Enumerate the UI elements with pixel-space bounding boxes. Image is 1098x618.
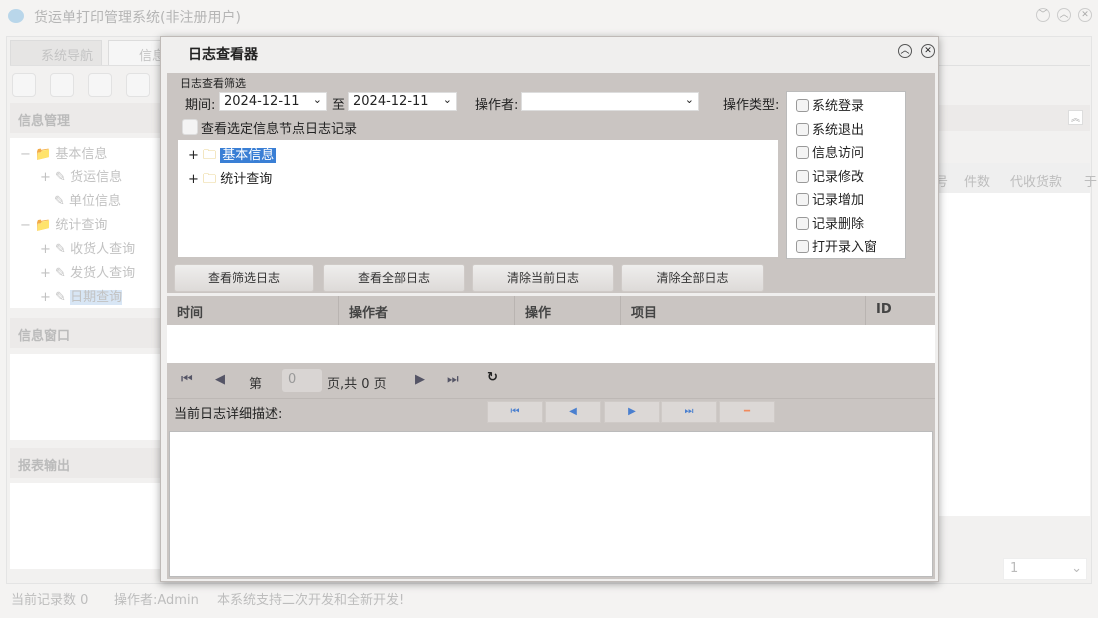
detail-remove-icon[interactable]: ━ bbox=[719, 401, 775, 423]
col-action[interactable]: 操作 bbox=[515, 296, 621, 325]
page-input[interactable]: 0 bbox=[282, 369, 322, 392]
status-operator: 操作者:Admin bbox=[114, 593, 199, 608]
refresh-icon[interactable]: ↻ bbox=[487, 370, 498, 385]
folder-icon: 🗀 bbox=[203, 148, 217, 163]
filter-group-label: 日志查看筛选 bbox=[180, 77, 246, 90]
detail-next-icon[interactable]: ▶ bbox=[604, 401, 660, 423]
close-dialog-icon[interactable]: ✕ bbox=[921, 44, 935, 58]
node-tree: + 🗀 基本信息 + 🗀 统计查询 bbox=[178, 140, 778, 257]
tree-node[interactable]: − 📁 统计查询 bbox=[20, 214, 107, 233]
document-icon[interactable] bbox=[88, 73, 112, 97]
col-operator[interactable]: 操作者 bbox=[339, 296, 515, 325]
optype-open-entry[interactable]: 打开录入窗 bbox=[796, 236, 896, 260]
next-page-icon[interactable]: ▶ bbox=[415, 372, 425, 387]
close-icon[interactable]: ✕ bbox=[1078, 8, 1092, 22]
panel-info-manage-header: 信息管理 bbox=[10, 103, 160, 133]
chevron-down-icon: ⌄ bbox=[684, 93, 694, 106]
optype-modify[interactable]: 记录修改 bbox=[796, 166, 896, 190]
view-all-log-button[interactable]: 查看全部日志 bbox=[323, 264, 465, 292]
page-size-select[interactable]: 1 ⌄ bbox=[1003, 558, 1087, 580]
chevron-down-icon: ⌄ bbox=[442, 93, 452, 106]
view-filtered-log-button[interactable]: 查看筛选日志 bbox=[174, 264, 314, 292]
detail-last-icon[interactable]: ⏭ bbox=[661, 401, 717, 423]
node-log-checkbox[interactable]: 查看选定信息节点日志记录 bbox=[182, 118, 357, 137]
log-grid-body bbox=[167, 325, 935, 363]
tab-system-nav[interactable]: 系统导航 bbox=[10, 40, 103, 65]
page-prefix: 第 bbox=[249, 377, 263, 392]
dialog-title: 日志查看器 bbox=[188, 47, 258, 63]
log-viewer-dialog: 日志查看器 ︿ ✕ 日志查看筛选 期间: 2024-12-11 ⌄ 至 2024-… bbox=[160, 36, 939, 582]
tree-node[interactable]: + ✎ 发货人查询 bbox=[40, 262, 135, 281]
optype-add[interactable]: 记录增加 bbox=[796, 189, 896, 213]
col-time[interactable]: 时间 bbox=[167, 296, 339, 325]
col-item[interactable]: 项目 bbox=[621, 296, 866, 325]
col-id[interactable]: ID bbox=[866, 296, 935, 325]
chevron-down-icon: ⌄ bbox=[312, 93, 322, 106]
optype-label: 操作类型: bbox=[723, 98, 780, 113]
info-window-body bbox=[10, 354, 160, 440]
optype-list: 系统登录 系统退出 信息访问 记录修改 记录增加 记录删除 打开录入窗 bbox=[786, 91, 906, 259]
clear-current-log-button[interactable]: 清除当前日志 bbox=[472, 264, 614, 292]
user-icon[interactable] bbox=[126, 73, 150, 97]
tree-node[interactable]: + ✎ 收货人查询 bbox=[40, 238, 135, 257]
tree-node-basic[interactable]: + 🗀 基本信息 bbox=[188, 144, 277, 168]
optype-logout[interactable]: 系统退出 bbox=[796, 119, 896, 143]
date-from-select[interactable]: 2024-12-11 ⌄ bbox=[219, 92, 327, 111]
clear-all-log-button[interactable]: 清除全部日志 bbox=[621, 264, 764, 292]
operator-label: 操作者: bbox=[475, 98, 519, 113]
collapse-dialog-icon[interactable]: ︿ bbox=[898, 44, 912, 58]
period-label: 期间: bbox=[185, 98, 216, 113]
optype-delete[interactable]: 记录删除 bbox=[796, 213, 896, 237]
window-title: 货运单打印管理系统(非注册用户) bbox=[34, 10, 241, 26]
page-suffix: 页,共 0 页 bbox=[327, 377, 387, 392]
minimize-icon[interactable]: ﹀ bbox=[1036, 8, 1050, 22]
prev-page-icon[interactable]: ◀ bbox=[215, 372, 225, 387]
status-records: 当前记录数 0 bbox=[11, 593, 89, 608]
detail-label: 当前日志详细描述: bbox=[174, 407, 283, 422]
tree-node[interactable]: ✎ 单位信息 bbox=[54, 190, 121, 209]
date-to-select[interactable]: 2024-12-11 ⌄ bbox=[348, 92, 457, 111]
detail-prev-icon[interactable]: ◀ bbox=[545, 401, 601, 423]
status-message: 本系统支持二次开发和全新开发! bbox=[217, 593, 405, 608]
pager: ⏮ ◀ 第 0 页,共 0 页 ▶ ⏭ ↻ bbox=[167, 363, 935, 399]
tree-node[interactable]: + ✎ 日期查询 bbox=[40, 286, 123, 305]
collapse-icon[interactable]: ︽ bbox=[1068, 110, 1083, 125]
panel-info-window-header: 信息窗口 bbox=[10, 318, 160, 348]
tree-node[interactable]: − 📁 基本信息 bbox=[20, 143, 107, 162]
first-page-icon[interactable]: ⏮ bbox=[181, 372, 193, 387]
optype-access[interactable]: 信息访问 bbox=[796, 142, 896, 166]
list-icon[interactable] bbox=[50, 73, 74, 97]
detail-first-icon[interactable]: ⏮ bbox=[487, 401, 543, 423]
report-body bbox=[10, 483, 160, 569]
maximize-icon[interactable]: ︿ bbox=[1057, 8, 1071, 22]
optype-login[interactable]: 系统登录 bbox=[796, 95, 896, 119]
panel-report-header: 报表输出 bbox=[10, 448, 160, 478]
app-logo-icon bbox=[8, 9, 24, 23]
detail-textarea[interactable] bbox=[169, 431, 933, 577]
to-label: 至 bbox=[332, 98, 346, 113]
tree-node[interactable]: + ✎ 货运信息 bbox=[40, 166, 122, 185]
search-icon[interactable] bbox=[12, 73, 36, 97]
filter-group: 日志查看筛选 期间: 2024-12-11 ⌄ 至 2024-12-11 ⌄ 操作者… bbox=[167, 73, 935, 261]
folder-icon: 🗀 bbox=[203, 172, 217, 187]
info-tree: − 📁 基本信息 + ✎ 货运信息 ✎ 单位信息 − 📁 统计查询 + ✎ 收货… bbox=[10, 138, 160, 308]
operator-select[interactable]: ⌄ bbox=[521, 92, 699, 111]
tree-node-stats[interactable]: + 🗀 统计查询 bbox=[188, 168, 272, 192]
last-page-icon[interactable]: ⏭ bbox=[447, 372, 459, 387]
